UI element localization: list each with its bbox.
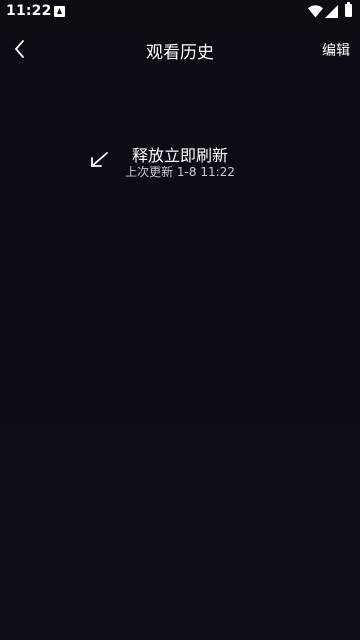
cell-signal-icon: [325, 5, 338, 18]
edit-button[interactable]: 编辑: [322, 40, 350, 60]
page-title: 观看历史: [146, 43, 214, 63]
a-box-icon: [54, 6, 65, 17]
status-time: 11:22: [6, 3, 52, 19]
wifi-icon: [308, 5, 323, 18]
pull-to-refresh-header: 释放立即刷新 上次更新 1-8 11:22: [0, 140, 360, 185]
screen: 11:22 观看历史 编辑 释放立即刷新 上次更新 1-8 11:22: [0, 0, 360, 640]
status-bar: 11:22: [0, 0, 360, 24]
nav-bar: 观看历史 编辑: [0, 24, 360, 74]
last-updated-text: 上次更新 1-8 11:22: [125, 165, 235, 179]
battery-icon: [345, 2, 352, 17]
